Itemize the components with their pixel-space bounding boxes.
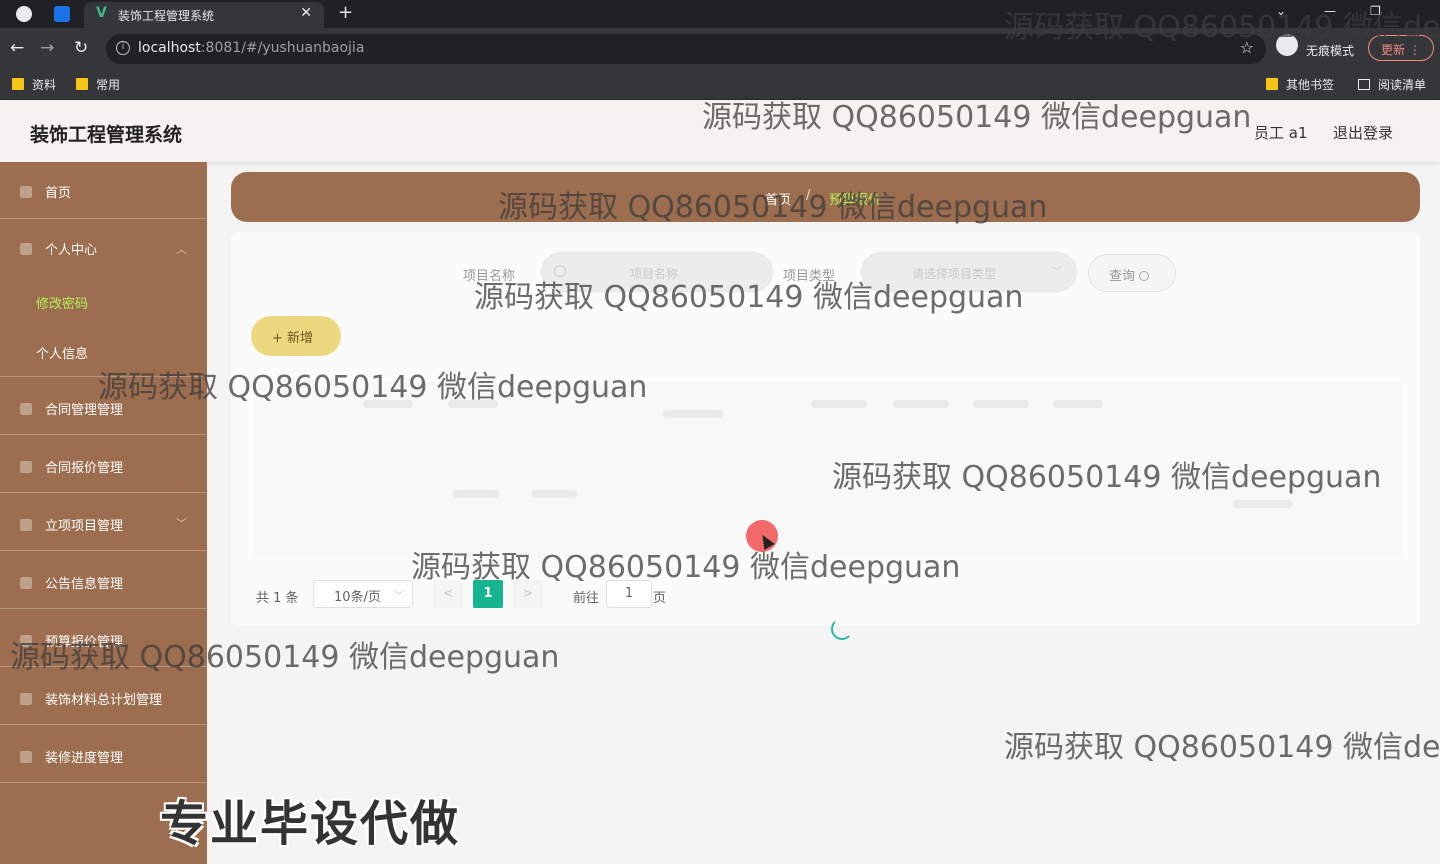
sidebar-item-home[interactable]: 首页: [0, 162, 207, 219]
forward-icon[interactable]: →: [40, 38, 54, 58]
document-icon: [20, 403, 32, 415]
pagination-total: 共 1 条: [256, 591, 299, 606]
folder-icon: [76, 78, 88, 90]
goto-label: 前往: [573, 591, 600, 606]
list-icon: [20, 693, 32, 705]
user-icon: [20, 243, 32, 255]
sidebar-item-personal-info[interactable]: 个人信息: [36, 343, 88, 362]
reading-list[interactable]: 阅读清单: [1358, 76, 1426, 93]
info-icon[interactable]: i: [116, 41, 130, 55]
sidebar-item-personal-center[interactable]: 个人中心 ︿ 修改密码 个人信息: [0, 219, 207, 377]
user-label: 员工 a1: [1254, 124, 1308, 142]
watermark: 源码获取 QQ86050149 微信deepguan: [98, 370, 648, 405]
reload-icon[interactable]: ↻: [74, 38, 88, 58]
list-icon: [20, 751, 32, 763]
loading-spinner-icon: [831, 618, 853, 640]
reading-list-icon: [1358, 79, 1370, 90]
query-button[interactable]: 查询: [1088, 254, 1176, 292]
table-row-cell: [453, 490, 499, 498]
watermark: 源码获取 QQ86050149 微信dee: [1004, 730, 1440, 765]
table-row-cell: [531, 490, 577, 498]
watermark: 源码获取 QQ86050149 微信dee: [1004, 10, 1440, 45]
watermark: 源码获取 QQ86050149 微信deepguan: [10, 640, 560, 675]
table-header-cell: [973, 400, 1029, 408]
chevron-down-icon: ﹀: [394, 591, 404, 602]
watermark: 源码获取 QQ86050149 微信deepguan: [702, 100, 1252, 135]
watermark: 源码获取 QQ86050149 微信deepguan: [411, 550, 961, 585]
other-bookmarks[interactable]: 其他书签: [1266, 76, 1334, 93]
folder-icon: [12, 78, 24, 90]
folder-icon: [1266, 78, 1278, 90]
logout-link[interactable]: 退出登录: [1333, 122, 1393, 143]
tab-title: 装饰工程管理系统: [118, 9, 215, 23]
table-header-cell: [1053, 400, 1103, 408]
table-header-cell: [811, 400, 867, 408]
table-header-cell: [663, 410, 723, 418]
browser-app-icon[interactable]: [16, 6, 32, 22]
close-tab-icon[interactable]: ✕: [300, 5, 312, 21]
app-title: 装饰工程管理系统: [30, 124, 183, 146]
sidebar-item-change-password[interactable]: 修改密码: [36, 293, 88, 312]
new-tab-icon[interactable]: +: [338, 2, 353, 23]
table-header-cell: [893, 400, 949, 408]
sidebar-item-contract-quote[interactable]: 合同报价管理: [0, 435, 207, 493]
promo-overlay-text: 专业毕设代做: [160, 796, 461, 852]
url-text: localhost:8081/#/yushuanbaojia: [138, 40, 365, 56]
chevron-down-icon: ﹀: [1051, 265, 1062, 278]
watermark: 源码获取 QQ86050149 微信deepguan: [498, 190, 1048, 225]
search-icon: [1139, 271, 1150, 281]
sidebar-item-progress[interactable]: 装修进度管理: [0, 725, 207, 783]
browser-tab[interactable]: V 装饰工程管理系统 ✕: [84, 2, 324, 28]
grid-icon: [20, 577, 32, 589]
bookmark-folder-changyong[interactable]: 常用: [76, 76, 120, 93]
watermark: 源码获取 QQ86050149 微信deepguan: [832, 460, 1382, 495]
chevron-down-icon: ﹀: [176, 517, 187, 530]
add-button[interactable]: + 新增: [251, 316, 341, 356]
document-icon: [20, 519, 32, 531]
back-icon[interactable]: ←: [10, 38, 24, 58]
page-size-select[interactable]: 10条/页 ﹀: [313, 580, 413, 608]
watermark: 源码获取 QQ86050149 微信deepguan: [474, 280, 1024, 315]
vue-icon: V: [96, 5, 107, 21]
sidebar-item-notice[interactable]: 公告信息管理: [0, 551, 207, 609]
user-icon: [20, 461, 32, 473]
pinned-tab-icon[interactable]: [54, 6, 70, 22]
page-unit-label: 页: [653, 591, 667, 606]
chevron-up-icon: ︿: [176, 243, 187, 256]
sidebar-item-project[interactable]: 立项项目管理 ﹀: [0, 493, 207, 551]
bookmark-folder-ziliao[interactable]: 资料: [12, 76, 56, 93]
sidebar: 首页 个人中心 ︿ 修改密码 个人信息 合同管理管理 合同报价管理 立项项目管理…: [0, 162, 207, 864]
table-row-cell: [1233, 500, 1293, 508]
home-icon: [20, 186, 32, 198]
